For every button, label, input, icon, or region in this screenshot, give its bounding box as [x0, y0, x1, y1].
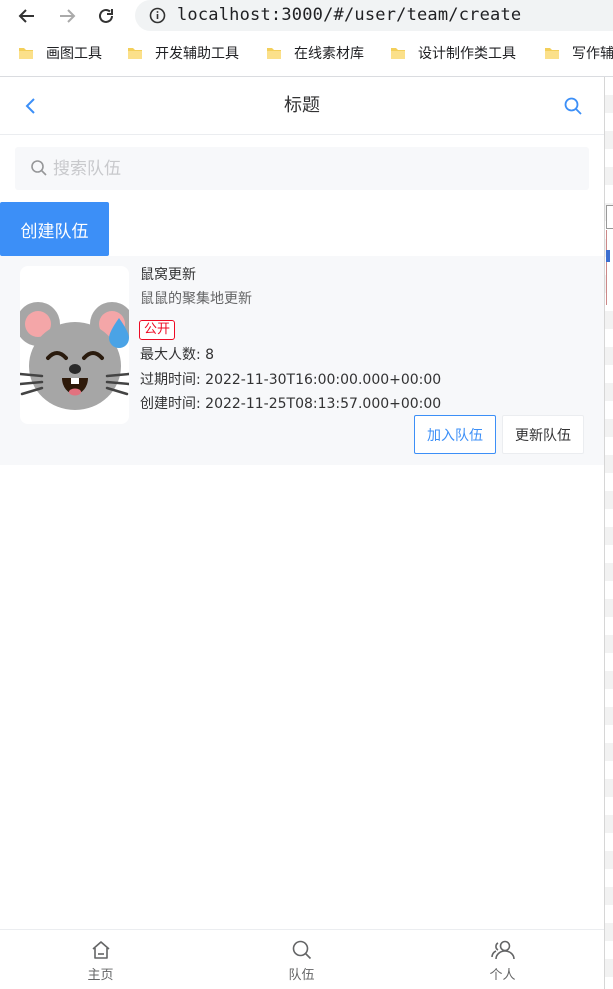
grinning-mouse-sweat-emoji	[20, 302, 129, 410]
folder-icon	[267, 48, 281, 59]
team-description: 鼠鼠的聚集地更新	[140, 291, 252, 307]
create-team-button[interactable]: 创建队伍	[0, 202, 109, 256]
bottom-tab-bar: 主页 队伍 个人	[0, 929, 604, 989]
search-input[interactable]	[53, 147, 573, 190]
team-create-time: 创建时间: 2022-11-25T08:13:57.000+00:00	[140, 396, 442, 412]
update-team-button[interactable]: 更新队伍	[502, 415, 584, 454]
search-icon	[564, 97, 582, 115]
team-expire-time: 过期时间: 2022-11-30T16:00:00.000+00:00	[140, 372, 442, 388]
bookmark-item[interactable]: 开发辅助工具	[127, 34, 239, 72]
search-icon	[31, 160, 47, 176]
side-panel-marker	[606, 250, 610, 262]
folder-icon	[19, 48, 33, 59]
tab-home[interactable]: 主页	[0, 930, 201, 989]
arrow-left-icon	[18, 9, 34, 23]
reload-icon	[99, 8, 113, 23]
join-team-button[interactable]: 加入队伍	[414, 415, 496, 454]
nav-search-button[interactable]	[560, 93, 586, 119]
bookmark-label: 写作辅	[572, 46, 613, 62]
tab-team[interactable]: 队伍	[201, 930, 402, 989]
tab-label: 个人	[489, 968, 516, 983]
tab-label: 主页	[87, 968, 114, 983]
address-bar[interactable]: localhost:3000/#/user/team/create	[135, 0, 613, 31]
bookmark-item[interactable]: 画图工具	[18, 34, 102, 72]
browser-toolbar: localhost:3000/#/user/team/create	[0, 0, 613, 32]
back-button[interactable]	[13, 2, 41, 30]
mobile-app: 标题 创建队伍	[0, 77, 604, 989]
bookmark-item[interactable]: 设计制作类工具	[390, 34, 516, 72]
friends-icon	[490, 940, 515, 960]
chevron-left-icon	[25, 98, 35, 114]
back-nav-button[interactable]	[18, 93, 44, 119]
page-title: 标题	[284, 95, 320, 116]
search-box	[15, 147, 589, 190]
folder-icon	[128, 48, 142, 59]
bookmark-label: 设计制作类工具	[418, 46, 516, 62]
bookmark-item[interactable]: 在线素材库	[266, 34, 364, 72]
team-name: 鼠窝更新	[140, 267, 196, 283]
reload-button[interactable]	[92, 2, 120, 30]
arrow-right-icon	[60, 9, 76, 23]
folder-icon	[545, 48, 559, 59]
bookmark-label: 在线素材库	[294, 46, 364, 62]
bookmarks-bar: 画图工具 开发辅助工具 在线素材库 设计制作类工具 写作辅	[0, 34, 613, 72]
info-icon[interactable]	[149, 7, 166, 24]
tab-profile[interactable]: 个人	[402, 930, 603, 989]
team-card: 鼠窝更新 鼠鼠的聚集地更新 公开 最大人数: 8 过期时间: 2022-11-3…	[0, 256, 604, 465]
bookmark-item[interactable]: 写作辅	[544, 34, 613, 72]
forward-button[interactable]	[53, 2, 81, 30]
tab-label: 队伍	[288, 968, 315, 983]
nav-bar: 标题	[0, 77, 604, 135]
search-icon	[292, 940, 311, 960]
status-badge: 公开	[139, 320, 176, 340]
url-text[interactable]: localhost:3000/#/user/team/create	[177, 5, 521, 25]
team-avatar	[20, 266, 129, 424]
side-panel-box	[606, 230, 613, 305]
folder-icon	[391, 48, 405, 59]
team-max-members: 最大人数: 8	[140, 347, 215, 363]
bookmark-label: 开发辅助工具	[155, 46, 239, 62]
home-icon	[91, 941, 110, 959]
side-panel-box	[606, 205, 613, 229]
bookmark-label: 画图工具	[46, 46, 102, 62]
